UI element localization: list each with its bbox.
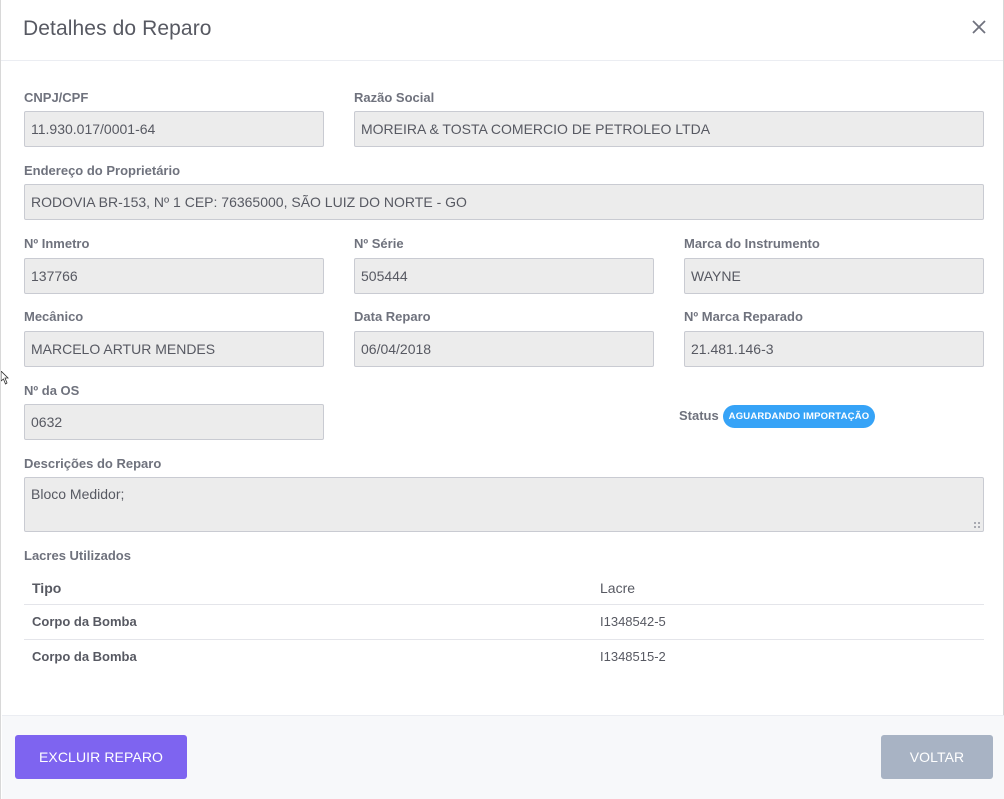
modal-title: Detalhes do Reparo bbox=[23, 17, 212, 40]
lacres-title: Lacres Utilizados bbox=[24, 548, 131, 563]
cnpj-field[interactable]: 11.930.017/0001-64 bbox=[24, 111, 324, 147]
marca-reparado-label: Nº Marca Reparado bbox=[684, 309, 803, 324]
cell-tipo: Corpo da Bomba bbox=[32, 614, 137, 629]
marca-reparado-field[interactable]: 21.481.146-3 bbox=[684, 331, 984, 367]
descricoes-label: Descrições do Reparo bbox=[24, 456, 162, 471]
cell-tipo: Corpo da Bomba bbox=[32, 649, 137, 664]
serie-label: Nº Série bbox=[354, 236, 404, 251]
inmetro-label: Nº Inmetro bbox=[24, 236, 90, 251]
modal-header: Detalhes do Reparo bbox=[1, 0, 1003, 61]
inmetro-field[interactable]: 137766 bbox=[24, 258, 324, 294]
cnpj-label: CNPJ/CPF bbox=[24, 90, 89, 105]
endereco-field[interactable]: RODOVIA BR-153, Nº 1 CEP: 76365000, SÃO … bbox=[24, 184, 984, 220]
marca-instrumento-field[interactable]: WAYNE bbox=[684, 258, 984, 294]
marca-instrumento-label: Marca do Instrumento bbox=[684, 236, 820, 251]
table-row: Corpo da Bomba I1348542-5 bbox=[24, 604, 984, 639]
cell-lacre: I1348542-5 bbox=[600, 614, 666, 629]
endereco-label: Endereço do Proprietário bbox=[24, 163, 181, 178]
status-label: Status bbox=[679, 408, 719, 423]
mouse-cursor-icon bbox=[0, 370, 9, 385]
repair-details-modal: Detalhes do Reparo CNPJ/CPF 11.930.017/0… bbox=[0, 0, 1004, 799]
os-label: Nº da OS bbox=[24, 383, 80, 398]
data-reparo-label: Data Reparo bbox=[354, 309, 431, 324]
mecanico-label: Mecânico bbox=[24, 309, 84, 324]
column-header-tipo: Tipo bbox=[32, 580, 62, 596]
status-badge: AGUARDANDO IMPORTAÇÃO bbox=[723, 405, 875, 428]
descricoes-textarea[interactable]: Bloco Medidor; bbox=[24, 477, 984, 532]
column-header-lacre: Lacre bbox=[600, 580, 636, 596]
razao-social-field[interactable]: MOREIRA & TOSTA COMERCIO DE PETROLEO LTD… bbox=[354, 111, 984, 147]
serie-field[interactable]: 505444 bbox=[354, 258, 654, 294]
delete-repair-button[interactable]: EXCLUIR REPARO bbox=[15, 735, 187, 779]
resize-grip-icon[interactable] bbox=[973, 521, 981, 529]
table-row: Corpo da Bomba I1348515-2 bbox=[24, 639, 984, 674]
cell-lacre: I1348515-2 bbox=[600, 649, 666, 664]
close-icon[interactable] bbox=[969, 16, 989, 38]
data-reparo-field[interactable]: 06/04/2018 bbox=[354, 331, 654, 367]
razao-social-label: Razão Social bbox=[354, 90, 435, 105]
descricoes-text: Bloco Medidor; bbox=[31, 486, 125, 502]
back-button[interactable]: VOLTAR bbox=[881, 735, 993, 779]
os-field[interactable]: 0632 bbox=[24, 404, 324, 440]
mecanico-field[interactable]: MARCELO ARTUR MENDES bbox=[24, 331, 324, 367]
